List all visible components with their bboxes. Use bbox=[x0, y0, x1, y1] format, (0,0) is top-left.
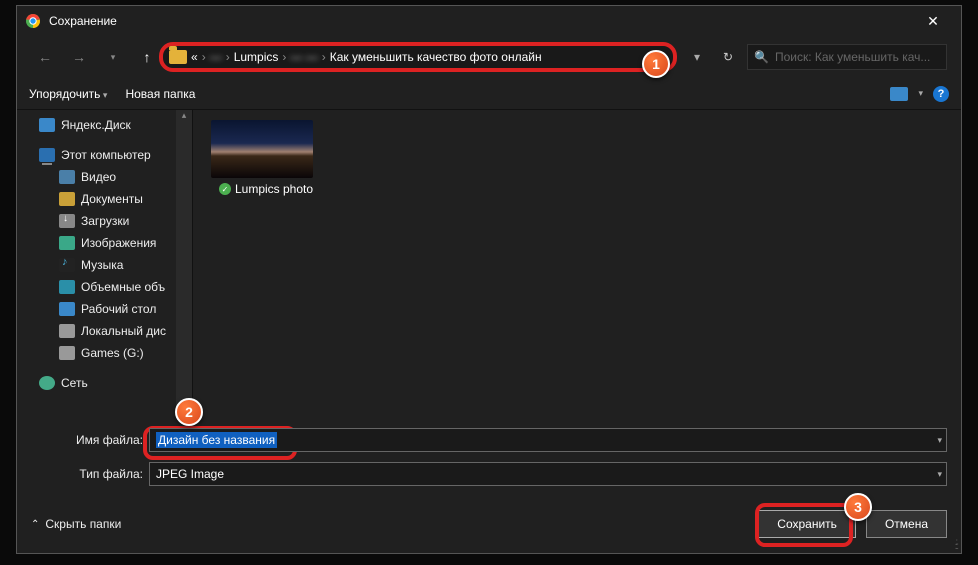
yandex-disk-icon bbox=[39, 118, 55, 132]
refresh-button[interactable]: ↻ bbox=[715, 50, 741, 64]
sidebar-item-videos[interactable]: Видео bbox=[17, 166, 192, 188]
sidebar: Яндекс.Диск Этот компьютер Видео Докумен… bbox=[17, 110, 193, 412]
annotation-marker-3: 3 bbox=[844, 493, 872, 521]
chevron-down-icon[interactable]: ▾ bbox=[937, 435, 942, 446]
chevron-down-icon[interactable]: ▾ bbox=[937, 469, 942, 480]
folder-icon bbox=[169, 50, 187, 64]
new-folder-button[interactable]: Новая папка bbox=[125, 87, 195, 101]
cube-icon bbox=[59, 280, 75, 294]
filetype-label: Тип файла: bbox=[31, 467, 149, 481]
help-button[interactable]: ? bbox=[933, 86, 949, 102]
sidebar-item-yandex-disk[interactable]: Яндекс.Диск bbox=[17, 114, 192, 136]
disk-icon bbox=[59, 346, 75, 360]
view-dropdown-icon[interactable]: ▾ bbox=[918, 88, 923, 99]
search-placeholder: Поиск: Как уменьшить кач... bbox=[775, 50, 930, 64]
up-button[interactable]: ↑ bbox=[133, 43, 161, 71]
save-dialog: Сохранение ✕ ← → ▾ ↑ « › — › Lumpics › —… bbox=[16, 5, 962, 554]
download-icon bbox=[59, 214, 75, 228]
pc-icon bbox=[39, 148, 55, 162]
titlebar[interactable]: Сохранение ✕ bbox=[17, 6, 961, 36]
annotation-marker-1: 1 bbox=[642, 50, 670, 78]
sidebar-item-documents[interactable]: Документы bbox=[17, 188, 192, 210]
crumb-hidden-1[interactable]: — bbox=[210, 50, 222, 64]
nav-row: ← → ▾ ↑ « › — › Lumpics › — — › Как умен… bbox=[17, 36, 961, 78]
file-name: Lumpics photo bbox=[235, 182, 313, 196]
breadcrumb[interactable]: « › — › Lumpics › — — › Как уменьшить ка… bbox=[159, 42, 677, 72]
sidebar-item-this-pc[interactable]: Этот компьютер bbox=[17, 144, 192, 166]
video-icon bbox=[59, 170, 75, 184]
disk-icon bbox=[59, 324, 75, 338]
filetype-value: JPEG Image bbox=[156, 467, 224, 481]
desktop-icon bbox=[59, 302, 75, 316]
resize-grip[interactable]: .:.:: bbox=[955, 541, 957, 549]
network-icon bbox=[39, 376, 55, 390]
hide-folders-toggle[interactable]: Скрыть папки bbox=[31, 517, 121, 531]
cancel-button[interactable]: Отмена bbox=[866, 510, 947, 538]
view-mode-button[interactable] bbox=[890, 87, 908, 101]
image-icon bbox=[59, 236, 75, 250]
annotation-marker-2: 2 bbox=[175, 398, 203, 426]
search-icon: 🔍 bbox=[754, 50, 769, 64]
sidebar-item-pictures[interactable]: Изображения bbox=[17, 232, 192, 254]
close-button[interactable]: ✕ bbox=[913, 13, 953, 30]
file-pane[interactable]: ✓ Lumpics photo bbox=[193, 110, 961, 412]
filename-input[interactable]: Дизайн без названия ▾ bbox=[149, 428, 947, 452]
sidebar-scrollbar[interactable] bbox=[176, 110, 192, 412]
crumb-lumpics[interactable]: Lumpics bbox=[234, 50, 279, 64]
file-thumbnail bbox=[211, 120, 313, 178]
sidebar-item-local-disk[interactable]: Локальный дис bbox=[17, 320, 192, 342]
crumb-hidden-2[interactable]: — — bbox=[290, 50, 317, 64]
music-icon bbox=[59, 258, 75, 272]
filetype-select[interactable]: JPEG Image ▾ bbox=[149, 462, 947, 486]
sidebar-item-downloads[interactable]: Загрузки bbox=[17, 210, 192, 232]
chrome-icon bbox=[25, 13, 41, 29]
sync-ok-icon: ✓ bbox=[219, 183, 231, 195]
filename-label: Имя файла: bbox=[31, 433, 149, 447]
recent-dropdown[interactable]: ▾ bbox=[99, 43, 127, 71]
file-item[interactable]: ✓ Lumpics photo bbox=[211, 120, 321, 196]
sidebar-item-network[interactable]: Сеть bbox=[17, 372, 192, 394]
save-button[interactable]: Сохранить bbox=[758, 510, 856, 538]
sidebar-item-desktop[interactable]: Рабочий стол bbox=[17, 298, 192, 320]
path-dropdown[interactable]: ▾ bbox=[685, 50, 709, 64]
sidebar-item-3d-objects[interactable]: Объемные объ bbox=[17, 276, 192, 298]
footer: Скрыть папки Сохранить Отмена bbox=[17, 500, 961, 550]
window-title: Сохранение bbox=[49, 14, 117, 28]
filename-value: Дизайн без названия bbox=[156, 432, 277, 448]
sidebar-item-music[interactable]: Музыка bbox=[17, 254, 192, 276]
organize-menu[interactable]: Упорядочить bbox=[29, 87, 107, 101]
crumb-current[interactable]: Как уменьшить качество фото онлайн bbox=[330, 50, 542, 64]
search-input[interactable]: 🔍 Поиск: Как уменьшить кач... bbox=[747, 44, 947, 70]
forward-button: → bbox=[65, 43, 93, 71]
sidebar-item-games[interactable]: Games (G:) bbox=[17, 342, 192, 364]
toolbar: Упорядочить Новая папка ▾ ? bbox=[17, 78, 961, 110]
fields: Имя файла: Дизайн без названия ▾ Тип фай… bbox=[17, 412, 961, 500]
doc-icon bbox=[59, 192, 75, 206]
crumb-ellipsis[interactable]: « bbox=[191, 50, 198, 64]
back-button[interactable]: ← bbox=[31, 43, 59, 71]
